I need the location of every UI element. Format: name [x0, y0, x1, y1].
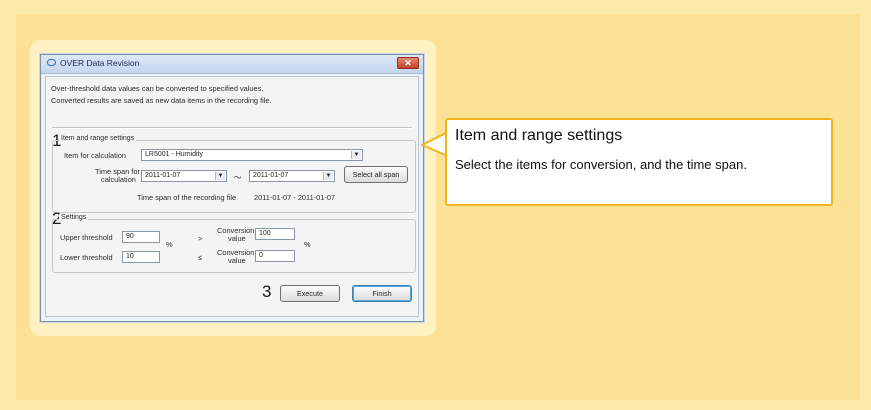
lower-compare-sign: ≤ — [198, 253, 203, 262]
upper-conversion-value: 100 — [259, 230, 271, 237]
percent-sign-upper: % — [166, 240, 173, 249]
upper-conversion-label-2: value — [228, 234, 246, 243]
end-date-value: 2011-01-07 — [253, 172, 289, 179]
lower-threshold-label: Lower threshold — [60, 253, 113, 262]
callout-title: Item and range settings — [455, 127, 623, 144]
settings-group: Settings Upper threshold 90 > Conversion… — [52, 214, 416, 273]
item-calc-combobox[interactable]: LR5001 - Humidity ▼ — [141, 149, 363, 161]
item-calc-label: Item for calculation — [64, 151, 127, 160]
title-bar: OVER Data Revision ✕ — [41, 55, 423, 74]
lower-conversion-value: 0 — [259, 252, 263, 259]
lower-threshold-input[interactable]: 10 — [122, 251, 160, 263]
upper-compare-sign: > — [198, 234, 203, 243]
start-date-picker[interactable]: 2011-01-07 ▼ — [141, 170, 227, 182]
execute-button[interactable]: Execute — [280, 285, 340, 302]
item-range-group-title: Item and range settings — [59, 135, 137, 142]
intro-line-2: Converted results are saved as new data … — [51, 96, 272, 105]
page-background: OVER Data Revision ✕ Over-threshold data… — [0, 0, 871, 410]
close-button[interactable]: ✕ — [397, 57, 419, 69]
recording-span-value: 2011-01-07 - 2011-01-07 — [254, 193, 336, 202]
dialog-body: Over-threshold data values can be conver… — [45, 76, 419, 317]
upper-threshold-input[interactable]: 90 — [122, 231, 160, 243]
percent-sign-lower: % — [304, 240, 311, 249]
app-icon — [47, 59, 56, 66]
upper-conversion-input[interactable]: 100 — [255, 228, 295, 240]
callout-body: Select the items for conversion, and the… — [455, 157, 747, 172]
time-span-label-2: calculation — [101, 175, 136, 184]
chevron-down-icon[interactable]: ▼ — [323, 172, 333, 180]
upper-threshold-label: Upper threshold — [60, 233, 113, 242]
item-range-group: Item and range settings Item for calcula… — [52, 135, 416, 213]
window-title: OVER Data Revision — [60, 58, 140, 68]
item-calc-value: LR5001 - Humidity — [145, 151, 203, 158]
select-all-span-button[interactable]: Select all span — [344, 166, 408, 183]
intro-line-1: Over-threshold data values can be conver… — [51, 84, 264, 93]
callout-box: Item and range settings Select the items… — [445, 118, 833, 206]
settings-group-title: Settings — [59, 214, 89, 221]
lower-conversion-label-2: value — [228, 256, 246, 265]
recording-span-label: Time span of the recording file — [137, 193, 237, 202]
lower-conversion-input[interactable]: 0 — [255, 250, 295, 262]
upper-threshold-value: 90 — [126, 233, 134, 240]
start-date-value: 2011-01-07 — [145, 172, 181, 179]
over-data-revision-dialog: OVER Data Revision ✕ Over-threshold data… — [40, 54, 424, 322]
chevron-down-icon[interactable]: ▼ — [215, 172, 225, 180]
separator — [52, 127, 412, 129]
chevron-down-icon[interactable]: ▼ — [351, 151, 361, 159]
range-tilde: 〜 — [234, 173, 242, 182]
end-date-picker[interactable]: 2011-01-07 ▼ — [249, 170, 335, 182]
step-number-3: 3 — [262, 282, 272, 301]
finish-button[interactable]: Finish — [352, 285, 412, 302]
lower-threshold-value: 10 — [126, 253, 134, 260]
